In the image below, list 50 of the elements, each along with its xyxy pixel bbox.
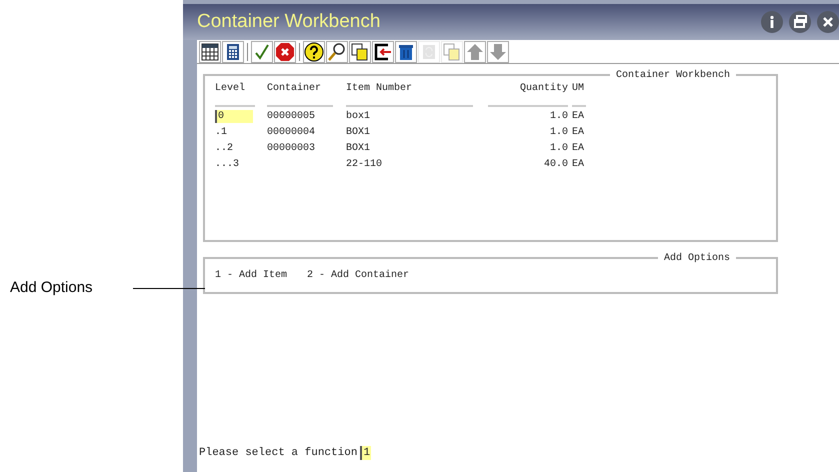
callout-label: Add Options xyxy=(10,278,93,298)
table-cell: 22-110 xyxy=(346,158,382,171)
table-cell: 00000004 xyxy=(267,126,316,139)
calculator-button[interactable] xyxy=(222,40,244,62)
copy-icon xyxy=(442,42,462,62)
check-button[interactable] xyxy=(251,40,273,62)
close-button[interactable] xyxy=(817,11,839,33)
table-cell: BOX1 xyxy=(346,126,370,139)
help-button[interactable] xyxy=(303,40,325,62)
option-text: 2 - Add Container xyxy=(307,268,410,283)
up-arrow-button[interactable] xyxy=(464,40,486,62)
cancel-button[interactable] xyxy=(274,40,296,62)
table-cell: 1.0 xyxy=(550,126,568,139)
table-cell: 40.0 xyxy=(544,158,568,171)
option-text: 1 - Add Item xyxy=(215,268,288,283)
table-cell: 1.0 xyxy=(550,110,568,123)
table-cell: EA xyxy=(572,126,584,139)
prompt-label: Please select a function xyxy=(199,446,358,460)
table-cell: box1 xyxy=(346,110,370,123)
up-arrow-icon xyxy=(465,42,485,62)
column-header: Container xyxy=(267,82,322,96)
trash-button[interactable] xyxy=(395,40,417,62)
down-arrow-button[interactable] xyxy=(487,40,509,62)
table-cell: EA xyxy=(572,110,584,123)
leader-line xyxy=(133,288,205,289)
table-cell: BOX1 xyxy=(346,142,370,155)
table-cell: EA xyxy=(572,158,584,171)
exit-button[interactable] xyxy=(372,40,394,62)
grid-button[interactable] xyxy=(199,40,221,62)
level-field[interactable]: 0 xyxy=(215,110,253,123)
level-field[interactable]: .1 xyxy=(215,126,253,139)
window-title: Container Workbench xyxy=(197,10,380,34)
table-cell: 00000005 xyxy=(267,110,316,123)
column-header: UM xyxy=(572,82,586,96)
table-cell: EA xyxy=(572,142,584,155)
info-button[interactable] xyxy=(761,11,783,33)
down-arrow-icon xyxy=(488,42,508,62)
function-field[interactable]: 1 xyxy=(360,446,372,460)
level-field[interactable]: ..2 xyxy=(215,142,253,155)
column-header: Quantity xyxy=(520,82,568,96)
exit-icon xyxy=(373,42,393,62)
column-header: Item Number xyxy=(346,82,414,96)
column-header: Level xyxy=(215,82,246,96)
level-field[interactable]: ...3 xyxy=(215,158,253,171)
table-cell: 1.0 xyxy=(550,142,568,155)
help-icon xyxy=(304,42,324,62)
restore-button[interactable] xyxy=(789,11,811,33)
table-cell: 00000003 xyxy=(267,142,316,155)
copy-button[interactable] xyxy=(349,40,371,62)
search-button[interactable] xyxy=(326,40,348,62)
